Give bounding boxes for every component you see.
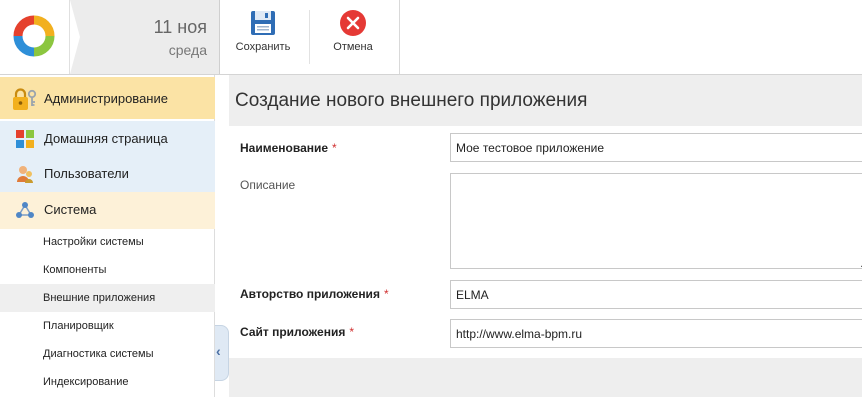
cancel-button-label: Отмена [333, 41, 373, 53]
date-panel: 11 ноя среда [70, 0, 220, 74]
lock-key-icon [13, 88, 37, 110]
required-mark: * [332, 141, 337, 155]
sidebar-item-label: Пользователи [44, 166, 129, 181]
name-label: Наименование * [240, 141, 337, 155]
site-field[interactable] [450, 319, 862, 348]
sidebar-item-home[interactable]: Домашняя страница [0, 121, 215, 157]
description-field[interactable] [450, 173, 862, 269]
sidebar-item-administration[interactable]: Администрирование [0, 77, 215, 119]
sidebar-item-label: Администрирование [44, 91, 168, 106]
sidebar-collapse-handle[interactable]: ‹ [215, 325, 229, 381]
save-button[interactable]: Сохранить [224, 0, 302, 74]
site-label: Сайт приложения * [240, 325, 354, 339]
toolbar-end-divider [399, 0, 400, 74]
sidebar-subitem-diagnostics[interactable]: Диагностика системы [0, 340, 215, 368]
save-button-label: Сохранить [235, 41, 291, 53]
sidebar-subitem-external-apps[interactable]: Внешние приложения [0, 284, 215, 312]
date-arrow [70, 0, 80, 74]
external-app-form: Наименование* Описание Авторство приложе… [229, 126, 862, 358]
sidebar-item-system[interactable]: Система [0, 192, 215, 229]
author-label-text: Авторство приложения [240, 287, 380, 301]
toolbar-divider [309, 10, 310, 64]
sidebar-item-users[interactable]: Пользователи [0, 156, 215, 192]
sidebar-subitem-system-settings[interactable]: Настройки системы [0, 228, 215, 256]
users-icon [17, 166, 33, 183]
author-field[interactable] [450, 280, 862, 309]
name-label-text: Наименование [240, 141, 329, 155]
date-day: 11 ноя [153, 17, 207, 37]
cancel-button[interactable]: Отмена [318, 0, 388, 74]
windows-grid-icon [16, 130, 34, 148]
sidebar-item-label: Домашняя страница [44, 131, 168, 146]
top-toolbar: 11 ноя среда Сохранить Отмена [0, 0, 862, 75]
sidebar-item-label: Система [44, 202, 97, 217]
name-field[interactable] [450, 133, 862, 162]
elma-logo-icon [13, 15, 55, 57]
required-mark: * [383, 287, 389, 301]
required-mark: * [349, 325, 354, 339]
page-title: Создание нового внешнего приложения [235, 90, 588, 111]
date-weekday: среда [168, 42, 207, 58]
description-label: Описание [240, 178, 296, 192]
sidebar-subitem-indexing[interactable]: Индексирование [0, 368, 215, 396]
chevron-left-icon: ‹ [216, 343, 221, 359]
sidebar-subitem-components[interactable]: Компоненты [0, 256, 215, 284]
cancel-x-icon [340, 10, 366, 36]
site-label-text: Сайт приложения [240, 325, 346, 339]
sidebar-subitem-scheduler[interactable]: Планировщик [0, 312, 215, 340]
app-logo[interactable] [0, 0, 70, 74]
sidebar: Администрирование Домашняя страница Поль… [0, 75, 215, 397]
author-label: Авторство приложения * [240, 287, 389, 301]
network-icon [16, 202, 34, 218]
main-content: Создание нового внешнего приложения Наим… [229, 75, 862, 397]
floppy-disk-icon [251, 11, 275, 35]
